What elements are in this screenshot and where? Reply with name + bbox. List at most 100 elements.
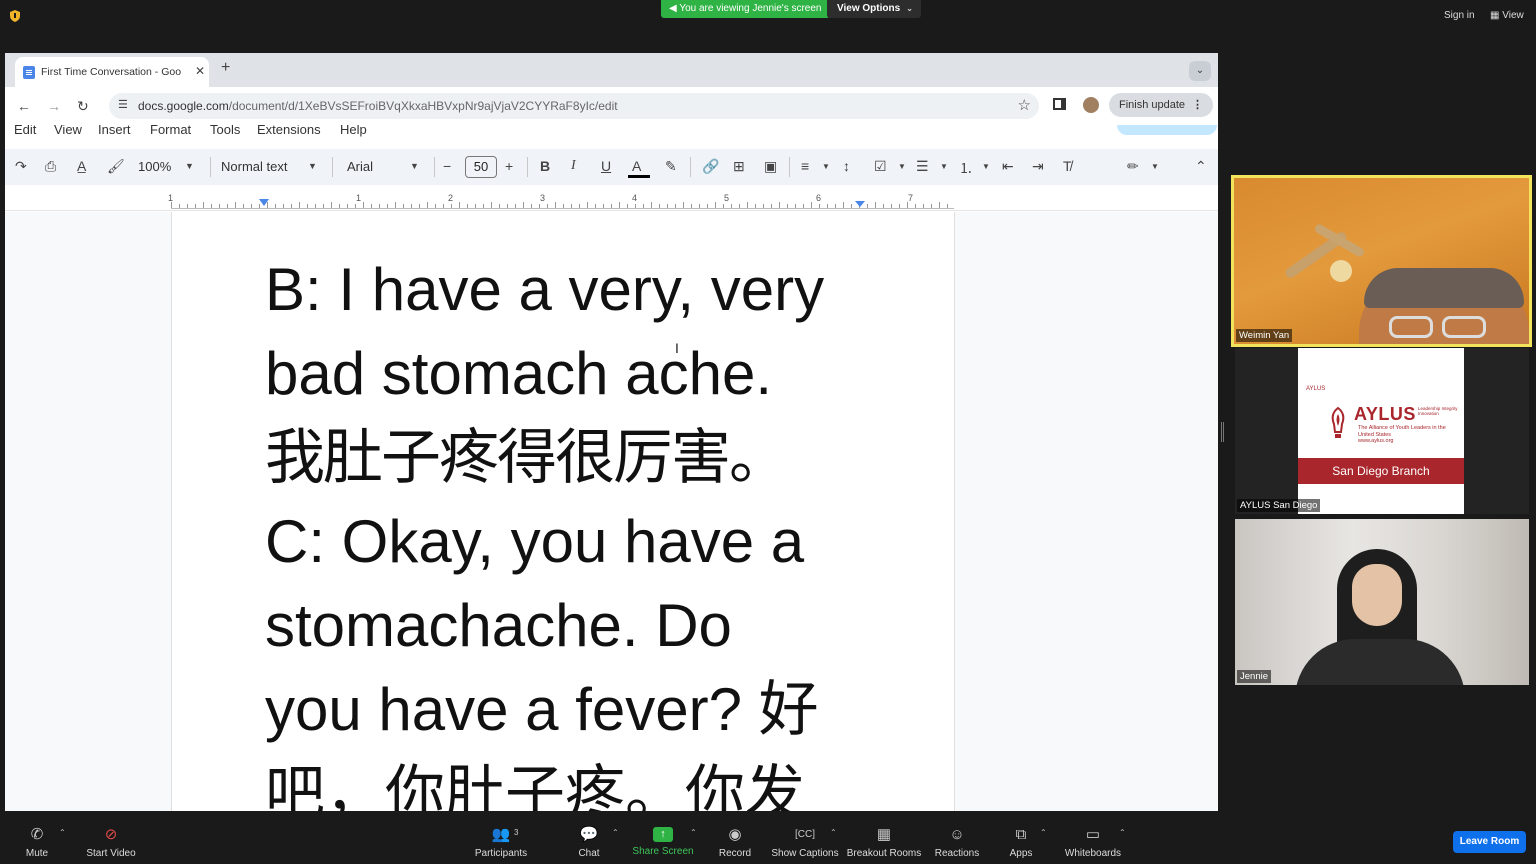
ceiling-fan-light	[1330, 260, 1352, 282]
paint-format-icon[interactable]: 🖌	[107, 158, 125, 175]
site-settings-icon[interactable]: ☰	[118, 98, 128, 111]
back-icon[interactable]: ←	[17, 98, 31, 114]
start-video-button[interactable]: ⊘ Start Video	[82, 812, 140, 864]
close-icon[interactable]: ✕	[195, 64, 205, 78]
font-dropdown-icon[interactable]: ▼	[410, 161, 419, 171]
finish-update-button[interactable]: Finish update ⋮	[1109, 93, 1213, 117]
bullet-dropdown-icon[interactable]: ▼	[940, 162, 948, 171]
video-tile-jennie[interactable]: Jennie	[1235, 519, 1529, 685]
ruler-tick	[299, 202, 300, 208]
participants-button[interactable]: 👥 Participants	[470, 812, 532, 864]
chevron-up-icon[interactable]: ⌃	[830, 828, 837, 837]
panel-resize-handle[interactable]	[1221, 422, 1224, 442]
editing-mode-dropdown-icon[interactable]: ▼	[1151, 162, 1159, 171]
editing-mode-icon[interactable]: ✏	[1127, 158, 1139, 175]
whiteboards-button[interactable]: ▭ Whiteboards	[1060, 812, 1126, 864]
style-dropdown-icon[interactable]: ▼	[308, 161, 317, 171]
document-canvas[interactable]: B: I have a very, very bad stomach ache.…	[5, 212, 1218, 811]
style-select[interactable]: Normal text	[221, 159, 287, 174]
align-left-icon[interactable]: ≡	[801, 158, 809, 174]
bold-icon[interactable]: B	[540, 158, 550, 174]
align-dropdown-icon[interactable]: ▼	[822, 162, 830, 171]
chevron-up-icon[interactable]: ⌃	[690, 828, 697, 837]
chevron-up-icon[interactable]: ⌃	[1040, 828, 1047, 837]
text-color-icon[interactable]: A	[632, 158, 641, 174]
numbered-dropdown-icon[interactable]: ▼	[982, 162, 990, 171]
reactions-button[interactable]: ☺ Reactions	[932, 812, 982, 864]
ruler-tick	[435, 204, 436, 208]
zoom-select[interactable]: 100%	[138, 159, 171, 174]
new-tab-button[interactable]: +	[221, 59, 230, 77]
bookmark-star-icon[interactable]: ☆	[1018, 96, 1031, 114]
video-tile-aylus[interactable]: AYLUS AYLUS Leadership Integrity Innovat…	[1235, 348, 1529, 514]
left-indent-marker[interactable]	[259, 199, 269, 206]
apps-button[interactable]: ⧉ Apps	[1004, 812, 1038, 864]
side-panel-icon[interactable]	[1053, 98, 1066, 110]
tab-search-button[interactable]: ⌄	[1189, 61, 1211, 81]
menu-help[interactable]: Help	[340, 125, 367, 137]
chevron-up-icon[interactable]: ⌃	[612, 828, 619, 837]
menu-edit[interactable]: Edit	[14, 125, 36, 137]
record-button[interactable]: ◉ Record	[712, 812, 758, 864]
font-size-input[interactable]: 50	[465, 156, 497, 178]
menu-tools[interactable]: Tools	[210, 125, 240, 137]
chat-button[interactable]: 💬 Chat	[569, 812, 609, 864]
print-icon[interactable]: ⎙	[45, 158, 56, 175]
menu-insert[interactable]: Insert	[98, 125, 131, 137]
ruler-tick	[907, 202, 908, 208]
url-bar[interactable]: ☰ docs.google.com/document/d/1XeBVsSEFro…	[109, 93, 1039, 119]
leave-room-button[interactable]: Leave Room	[1453, 831, 1526, 853]
menu-extensions[interactable]: Extensions	[257, 125, 321, 137]
show-captions-button[interactable]: [CC] Show Captions	[770, 812, 840, 864]
reload-icon[interactable]: ↻	[77, 98, 89, 115]
bulleted-list-icon[interactable]: ☰	[916, 158, 929, 175]
sign-in-button[interactable]: Sign in	[1444, 10, 1475, 21]
browser-tab[interactable]: First Time Conversation - Goo ✕	[15, 57, 209, 87]
shield-icon[interactable]	[9, 10, 21, 22]
add-comment-icon[interactable]: ⊞	[733, 158, 745, 175]
ruler[interactable]: 1 1 2 3 4 5 6 7	[5, 191, 1218, 211]
menu-view[interactable]: View	[54, 125, 82, 137]
increase-font-size-icon[interactable]: +	[505, 158, 513, 174]
spellcheck-icon[interactable]: A̲	[77, 158, 86, 174]
zoom-bottom-toolbar: ✆ Mute ⌃ ⊘ Start Video 👥 Participants 💬 …	[0, 812, 1536, 864]
decrease-font-size-icon[interactable]: −	[443, 158, 451, 174]
chevron-up-icon[interactable]: ⌃	[59, 828, 66, 837]
checklist-icon[interactable]: ☑	[874, 158, 887, 175]
profile-avatar[interactable]	[1083, 97, 1099, 113]
chevron-up-icon[interactable]: ⌃	[1195, 158, 1207, 175]
video-tile-weimin[interactable]: Weimin Yan	[1231, 175, 1532, 347]
line-spacing-icon[interactable]: ↕	[843, 158, 850, 174]
mute-button[interactable]: ✆ Mute	[16, 812, 58, 864]
ruler-scale: 1 1 2 3 4 5 6 7	[168, 193, 954, 209]
insert-image-icon[interactable]: ▣	[764, 158, 777, 175]
ruler-tick	[251, 204, 252, 208]
breakout-rooms-button[interactable]: ▦ Breakout Rooms	[846, 812, 922, 864]
ruler-number: 1	[356, 193, 362, 203]
zoom-dropdown-icon[interactable]: ▼	[185, 161, 194, 171]
share-screen-button[interactable]: ↑ Share Screen	[632, 812, 694, 864]
redo-icon[interactable]: ↷	[15, 158, 27, 175]
forward-icon[interactable]: →	[47, 98, 61, 114]
underline-icon[interactable]: U	[601, 158, 611, 174]
decrease-indent-icon[interactable]: ⇤	[1002, 158, 1014, 175]
highlight-icon[interactable]: ✎	[665, 158, 677, 175]
document-page[interactable]: B: I have a very, very bad stomach ache.…	[171, 212, 955, 811]
clear-formatting-icon[interactable]: T̸	[1063, 158, 1072, 174]
ruler-tick	[203, 202, 204, 208]
view-options-button[interactable]: View Options ⌄	[827, 0, 921, 18]
italic-icon[interactable]: I	[571, 158, 576, 174]
checklist-dropdown-icon[interactable]: ▼	[898, 162, 906, 171]
menu-format[interactable]: Format	[150, 125, 191, 137]
link-icon[interactable]: 🔗	[702, 158, 719, 175]
chevron-up-icon[interactable]: ⌃	[1119, 828, 1126, 837]
share-button[interactable]	[1117, 125, 1217, 135]
right-indent-marker[interactable]	[855, 201, 865, 207]
ruler-tick	[587, 202, 588, 208]
font-select[interactable]: Arial	[347, 159, 373, 174]
numbered-list-icon[interactable]: ⒈	[959, 158, 973, 178]
ruler-tick	[731, 204, 732, 208]
increase-indent-icon[interactable]: ⇥	[1032, 158, 1044, 175]
view-button[interactable]: ▦ View	[1490, 10, 1524, 21]
ruler-tick	[499, 204, 500, 208]
